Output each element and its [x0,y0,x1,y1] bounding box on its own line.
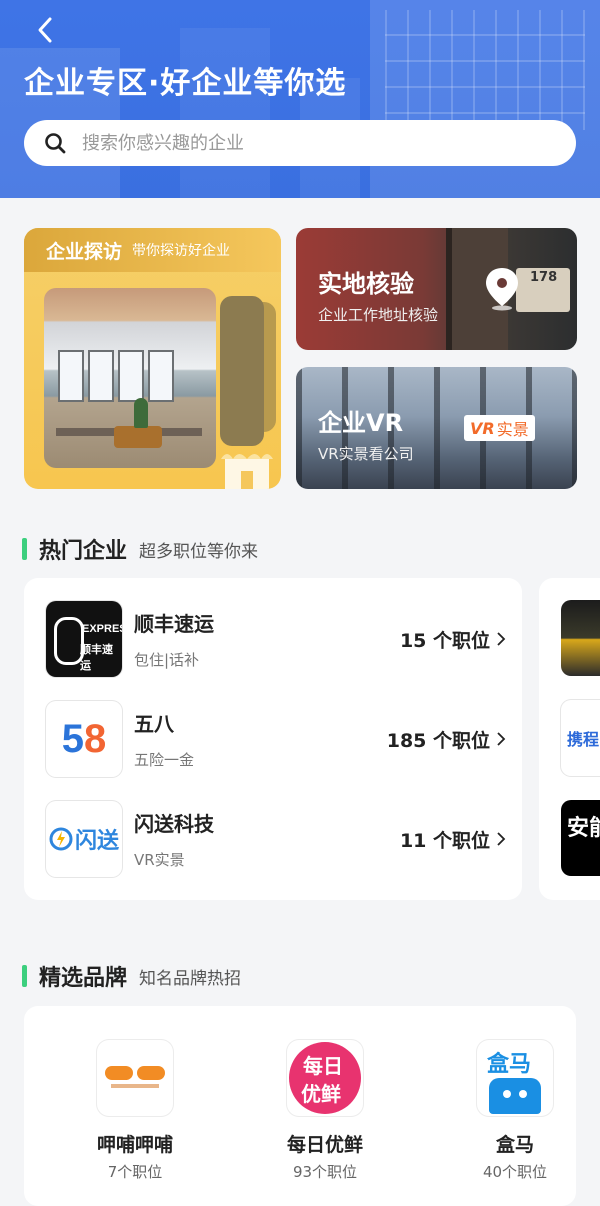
chevron-right-icon [497,832,506,846]
company-logo-sf: EXPRESS 顺丰速运 [46,601,122,677]
logo-text: 顺丰速运 [80,643,113,672]
site-verification-card[interactable]: 178 实地核验 企业工作地址核验 [296,228,577,350]
company-logo-58: 5 8 [46,701,122,777]
header: 企业专区·好企业等你选 [0,0,600,198]
company-name: 顺丰速运 [134,612,214,636]
company-logo[interactable]: 携程 [561,700,600,776]
featured-brands-title: 精选品牌 [39,966,128,991]
logo-text: 盒马 [487,1052,532,1077]
job-count-link[interactable]: 185 个职位 [387,726,506,753]
brand-name: 盒马 [495,1134,534,1156]
company-name: 闪送科技 [134,812,214,836]
company-info: 闪送科技 VR实景 [134,808,374,870]
logo-text: 每日 [303,1054,343,1078]
company-vr-title: 企业VR [318,409,404,437]
vr-badge: VR 实景 [464,415,535,441]
page-title: 企业专区·好企业等你选 [24,66,347,101]
job-count-link[interactable]: 11 个职位 [400,826,506,853]
hot-companies-panel: EXPRESS 顺丰速运 顺丰速运 包住|话补 15 个职位 5 8 五八 五险… [24,578,522,900]
company-row[interactable]: 5 8 五八 五险一金 185 个职位 [46,700,506,778]
brand-logo-xiabu [97,1040,173,1116]
door-number: 178 [530,270,558,285]
brand-logo-hema: 盒马 [477,1040,553,1116]
brand-logo-missfresh: 每日 优鲜 [287,1040,363,1116]
brand-item[interactable]: 每日 优鲜 每日优鲜 93个职位 [250,1040,400,1182]
featured-brands-subtitle: 知名品牌热招 [139,968,242,989]
job-count-link[interactable]: 15 个职位 [400,626,506,653]
hot-companies-next-panel[interactable]: 携程 安能 [539,578,600,900]
company-vr-subtitle: VR实景看公司 [318,445,414,463]
brand-name: 呷哺呷哺 [96,1134,173,1156]
company-name: 五八 [134,712,174,736]
back-button[interactable] [28,12,64,48]
brand-name: 每日优鲜 [286,1134,363,1156]
logo-text: 优鲜 [301,1082,341,1106]
company-visit-header: 企业探访 带你探访好企业 [24,228,281,272]
company-info: 五八 五险一金 [134,708,374,770]
company-benefits: 包住|话补 [134,651,200,669]
lightning-icon [49,827,73,851]
logo-text: 安能 [567,816,600,841]
company-logo-shansong: 闪送 [46,801,122,877]
company-visit-subtitle: 带你探访好企业 [132,243,231,259]
company-logo[interactable]: 安能 [561,800,600,876]
site-verification-subtitle: 企业工作地址核验 [318,306,439,324]
company-vr-card[interactable]: 企业VR VR实景看公司 VR 实景 [296,367,577,489]
search-bar[interactable] [24,120,576,166]
company-row[interactable]: EXPRESS 顺丰速运 顺丰速运 包住|话补 15 个职位 [46,600,506,678]
company-logo[interactable] [561,600,600,676]
location-pin-icon [486,268,518,311]
company-row[interactable]: 闪送 闪送科技 VR实景 11 个职位 [46,800,506,878]
search-icon [45,133,66,154]
logo-text: 携程 [567,730,600,749]
job-count: 15 个职位 [399,629,490,652]
brand-item[interactable]: 呷哺呷哺 7个职位 [60,1040,210,1182]
featured-brands-heading: 精选品牌 知名品牌热招 [22,960,241,992]
logo-text: 8 [84,716,107,761]
header-bg-building [370,0,600,198]
company-visit-title: 企业探访 [46,240,123,263]
chevron-right-icon [497,732,506,746]
vr-badge-label: VR [470,418,495,438]
brand-job-count: 40个职位 [482,1163,548,1181]
section-accent-bar [22,538,27,560]
photo-stack-layer [220,296,264,446]
vr-badge-text: 实景 [496,420,529,439]
header-bg-building [180,28,270,198]
company-benefits: 五险一金 [134,751,195,769]
chevron-left-icon [38,17,52,43]
search-input[interactable] [80,131,544,155]
job-count: 185 个职位 [386,729,490,752]
company-benefits: VR实景 [134,851,185,869]
company-info: 顺丰速运 包住|话补 [134,608,374,670]
logo-text: EXPRESS [82,623,122,635]
office-photo [44,288,216,468]
hot-companies-title: 热门企业 [39,539,128,564]
site-verification-title: 实地核验 [318,270,414,298]
section-accent-bar [22,965,27,987]
hot-companies-heading: 热门企业 超多职位等你来 [22,533,258,565]
storefront-icon [221,454,273,489]
job-count: 11 个职位 [399,829,490,852]
brand-job-count: 93个职位 [292,1163,358,1181]
company-visit-card[interactable]: 企业探访 带你探访好企业 [24,228,281,489]
logo-text: 闪送 [74,829,119,854]
brand-item[interactable]: 盒马 盒马 40个职位 [440,1040,590,1182]
chevron-right-icon [497,632,506,646]
logo-text: 5 [61,716,84,761]
brand-job-count: 7个职位 [107,1163,163,1181]
hot-companies-subtitle: 超多职位等你来 [139,541,259,562]
featured-brands-panel: 呷哺呷哺 7个职位 每日 优鲜 每日优鲜 93个职位 盒马 盒马 40个职位 [24,1006,576,1206]
